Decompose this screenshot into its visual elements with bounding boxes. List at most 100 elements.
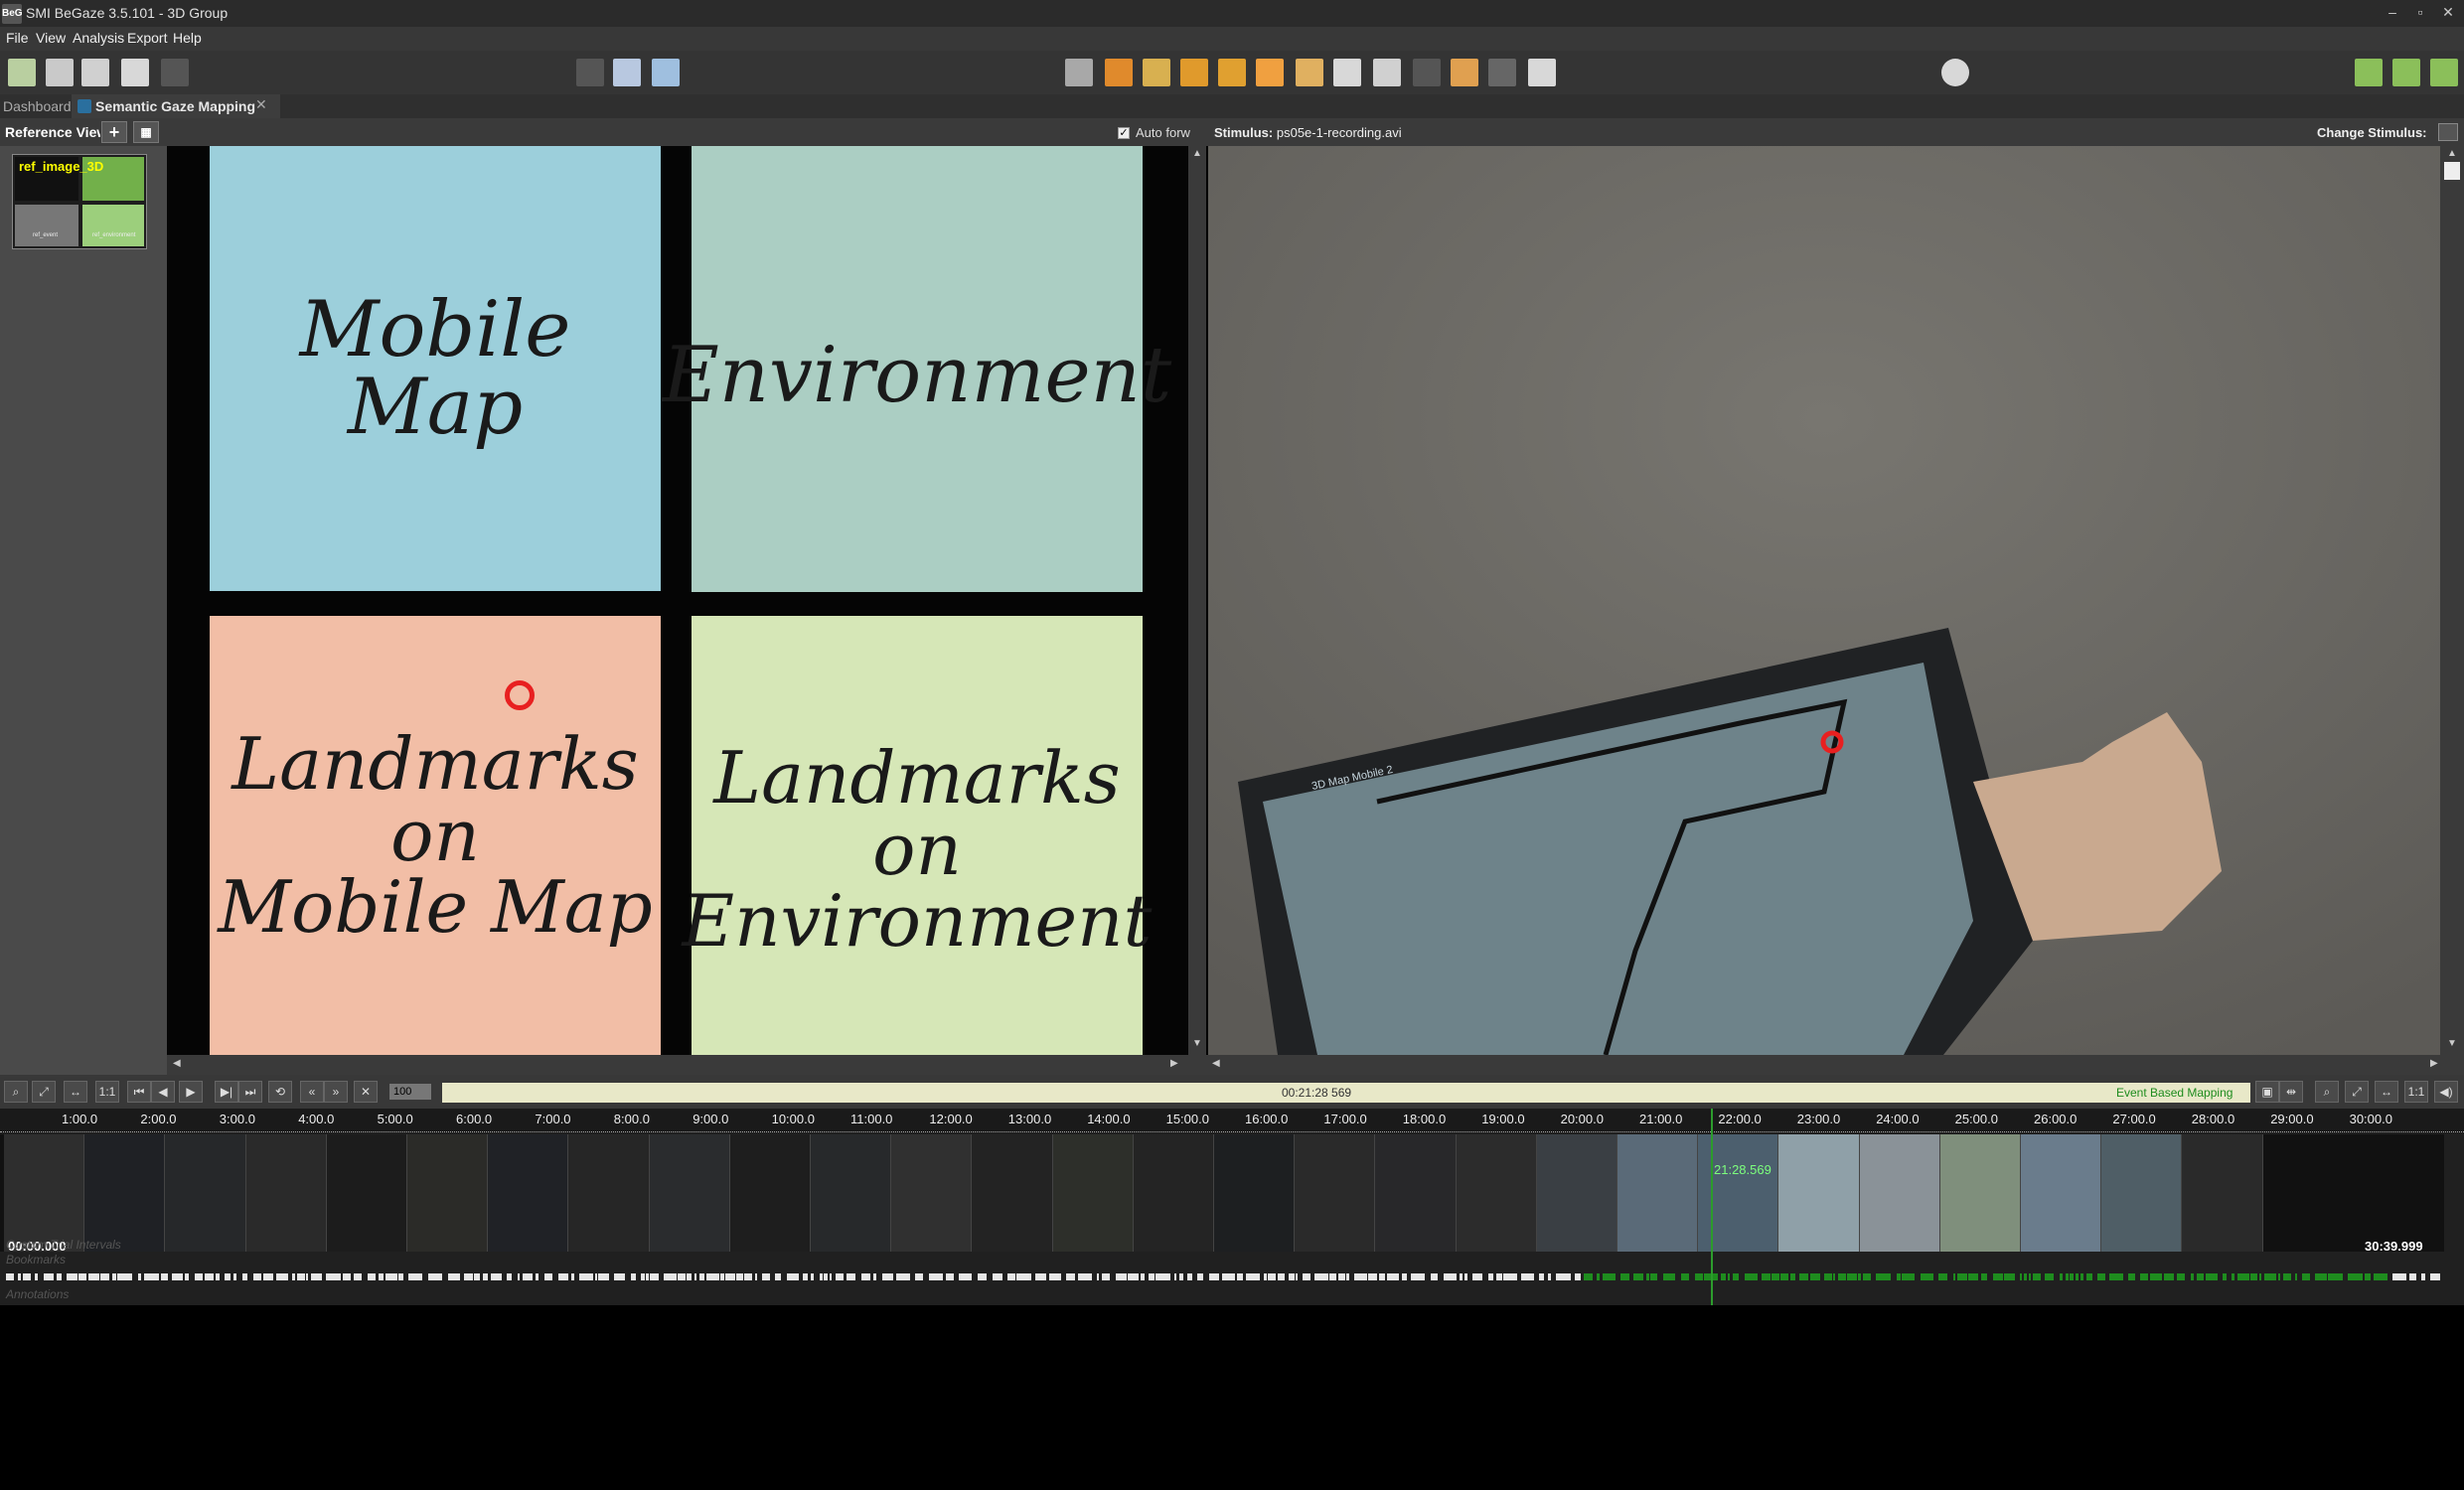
gaze-events-track[interactable] xyxy=(0,1272,2444,1281)
reference-horizontal-scrollbar[interactable]: ◀ ▶ xyxy=(167,1055,1206,1075)
timeline-zoom-icon[interactable]: ⌕ xyxy=(2315,1081,2339,1103)
reference-thumbnail[interactable]: ref_event ref_environment ref_image_3D xyxy=(12,154,147,249)
stacked-icon[interactable] xyxy=(1488,59,1516,86)
fit-icon[interactable]: ⤢ xyxy=(32,1081,56,1103)
open-project-icon[interactable] xyxy=(46,59,74,86)
edit-stimulus-icon[interactable] xyxy=(613,59,641,86)
timeline-icon[interactable] xyxy=(1528,59,1556,86)
gaze-event xyxy=(2295,1273,2297,1280)
custom-trial-intervals-track[interactable]: Custom Trial Intervals xyxy=(0,1238,2444,1253)
stretch-icon[interactable]: ↔ xyxy=(64,1081,87,1103)
mobile-map-aoi[interactable]: Mobile Map xyxy=(210,146,661,591)
save-view-icon[interactable]: ▣ xyxy=(2255,1081,2279,1103)
split-icon[interactable]: ⇹ xyxy=(2279,1081,2303,1103)
reference-image[interactable]: Mobile Map Environment Landmarks on Mobi… xyxy=(167,146,1206,1055)
scanpath-icon[interactable] xyxy=(1143,59,1170,86)
jump-back-icon[interactable]: « xyxy=(300,1081,324,1103)
close-window-button[interactable]: ✕ xyxy=(2432,0,2464,27)
gaze-event xyxy=(343,1273,351,1280)
add-reference-image-button[interactable]: ▦ xyxy=(133,121,159,143)
filmstrip-frame xyxy=(2021,1134,2102,1252)
auto-forward-checkbox[interactable]: ✓ xyxy=(1118,127,1130,139)
gaze-event xyxy=(172,1273,183,1280)
statistics-icon[interactable] xyxy=(1451,59,1478,86)
last-frame-icon[interactable]: ⏭ xyxy=(238,1081,262,1103)
menu-file[interactable]: File xyxy=(6,30,29,46)
import-icon[interactable] xyxy=(2355,59,2383,86)
menu-export[interactable]: Export xyxy=(127,30,167,46)
record-chat-icon[interactable] xyxy=(1941,59,1969,86)
clear-icon[interactable]: ✕ xyxy=(354,1081,378,1103)
first-frame-icon[interactable]: ⏮ xyxy=(127,1081,151,1103)
save-icon[interactable] xyxy=(81,59,109,86)
change-stimulus-icon[interactable] xyxy=(2438,123,2458,141)
gaze-event xyxy=(1209,1273,1219,1280)
grid-icon[interactable] xyxy=(1065,59,1093,86)
reference-vertical-scrollbar[interactable]: ▲ ▼ xyxy=(1188,146,1206,1055)
add-reference-button[interactable]: + xyxy=(101,121,127,143)
filmstrip-frame xyxy=(165,1134,246,1252)
previous-frame-icon[interactable]: ◀ xyxy=(151,1081,175,1103)
list-icon[interactable] xyxy=(1333,59,1361,86)
menu-help[interactable]: Help xyxy=(173,30,202,46)
delete-icon[interactable] xyxy=(161,59,189,86)
scene-video[interactable]: 3D Map Mobile 2 xyxy=(1208,146,2440,1055)
timeline-stretch-icon[interactable]: ↔ xyxy=(2375,1081,2398,1103)
time-ruler[interactable]: 1:00.0 2:00.0 3:00.0 4:00.0 5:00.0 6:00.0 7:00… xyxy=(0,1109,2464,1132)
jump-forward-icon[interactable]: » xyxy=(324,1081,348,1103)
video-filmstrip[interactable]: 00:00.000 30:39.999 21:28.569 xyxy=(0,1134,2444,1254)
time-progress-bar[interactable]: 00:21:28 569 Event Based Mapping xyxy=(442,1083,2250,1103)
export-icon[interactable] xyxy=(2392,59,2420,86)
play-icon[interactable]: ▶ xyxy=(179,1081,203,1103)
export-data-icon[interactable] xyxy=(2430,59,2458,86)
book-icon[interactable] xyxy=(652,59,680,86)
line-chart-icon[interactable] xyxy=(1413,59,1441,86)
timeline-fit-icon[interactable]: ⤢ xyxy=(2345,1081,2369,1103)
gaze-event xyxy=(1197,1273,1203,1280)
landmarks-environment-aoi[interactable]: Landmarks on Environment xyxy=(683,616,1152,1055)
tab-dashboard[interactable]: Dashboard xyxy=(3,98,72,114)
key-icon[interactable] xyxy=(1218,59,1246,86)
filmstrip-frame xyxy=(1939,1134,2021,1252)
mapping-mode[interactable]: Event Based Mapping xyxy=(2116,1086,2233,1100)
tab-semantic-gaze-mapping[interactable]: Semantic Gaze Mapping ✕ xyxy=(72,94,280,118)
heat-map-icon[interactable] xyxy=(1296,59,1323,86)
gaze-event xyxy=(398,1273,403,1280)
gaze-event xyxy=(1155,1273,1170,1280)
actual-size-icon[interactable]: 1:1 xyxy=(95,1081,119,1103)
gaze-event xyxy=(1646,1273,1649,1280)
gaze-event xyxy=(1858,1273,1861,1280)
clapper-icon[interactable] xyxy=(576,59,604,86)
next-frame-icon[interactable]: ▶| xyxy=(215,1081,238,1103)
zoom-icon[interactable]: ⌕ xyxy=(4,1081,28,1103)
time-tick: 15:00.0 xyxy=(1165,1112,1209,1126)
timeline-cursor[interactable] xyxy=(1711,1109,1713,1305)
aoi-editor-icon[interactable] xyxy=(1256,59,1284,86)
loop-icon[interactable]: ⟲ xyxy=(268,1081,292,1103)
time-tick: 18:00.0 xyxy=(1402,1112,1447,1126)
change-stimulus-label[interactable]: Change Stimulus: xyxy=(2317,125,2427,140)
bar-chart-icon[interactable] xyxy=(1373,59,1401,86)
volume-icon[interactable]: ◀) xyxy=(2434,1081,2458,1103)
filmstrip-frame xyxy=(1133,1134,1214,1252)
gaze-event xyxy=(1838,1273,1846,1280)
print-icon[interactable] xyxy=(121,59,149,86)
landmarks-mobile-map-aoi[interactable]: Landmarks on Mobile Map xyxy=(210,616,661,1055)
video-vertical-scrollbar[interactable]: ▲ ▼ xyxy=(2440,146,2464,1055)
timeline-actual-size-icon[interactable]: 1:1 xyxy=(2404,1081,2428,1103)
window-title: SMI BeGaze 3.5.101 - 3D Group xyxy=(26,5,229,21)
zoom-select[interactable]: 100 xyxy=(389,1084,431,1100)
close-tab-icon[interactable]: ✕ xyxy=(255,96,267,113)
dots-grid-icon[interactable] xyxy=(1105,59,1133,86)
annotations-track[interactable]: Annotations xyxy=(0,1287,2444,1302)
menu-view[interactable]: View xyxy=(36,30,66,46)
new-project-icon[interactable] xyxy=(8,59,36,86)
gaze-event xyxy=(1049,1273,1061,1280)
menu-analysis[interactable]: Analysis xyxy=(73,30,124,46)
timeline[interactable]: 1:00.0 2:00.0 3:00.0 4:00.0 5:00.0 6:00.0 7:00… xyxy=(0,1109,2464,1305)
gaze-event xyxy=(491,1273,502,1280)
focus-map-icon[interactable] xyxy=(1180,59,1208,86)
bookmarks-track[interactable]: Bookmarks xyxy=(0,1253,2444,1267)
video-horizontal-scrollbar[interactable]: ◀ ▶ xyxy=(1206,1055,2464,1075)
environment-aoi[interactable]: Environment xyxy=(663,146,1171,592)
